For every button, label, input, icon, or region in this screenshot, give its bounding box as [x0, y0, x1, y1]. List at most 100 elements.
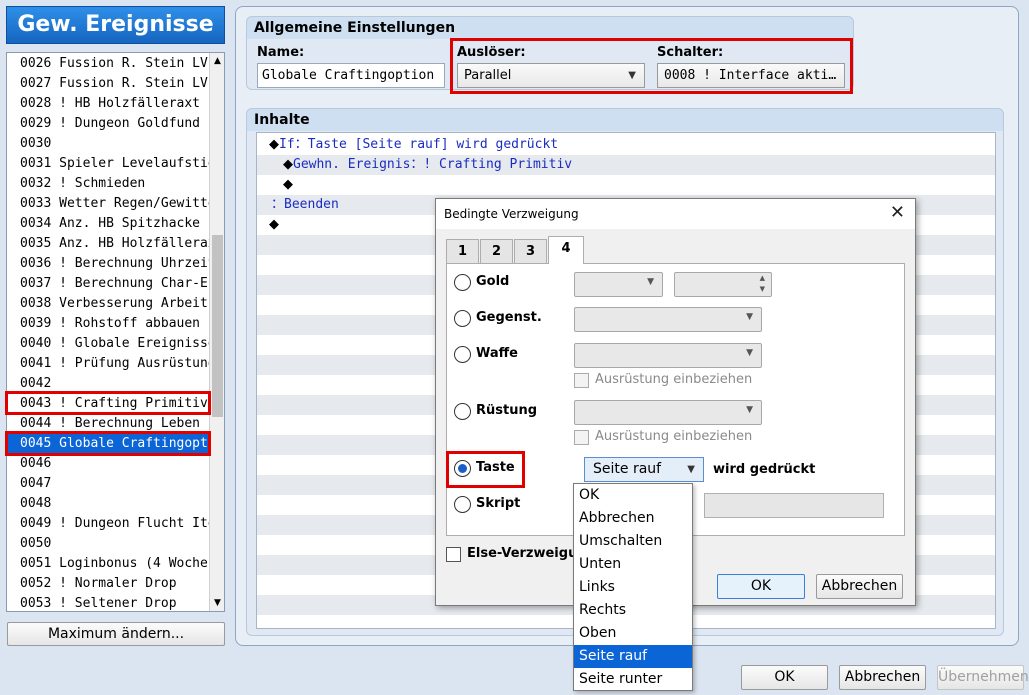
event-list-item[interactable]: 0031 Spieler Levelaufstieg	[8, 154, 210, 174]
event-list-item[interactable]: 0029 ! Dungeon Goldfund	[8, 114, 210, 134]
key-option[interactable]: Unten	[574, 553, 692, 576]
maximum-change-button[interactable]: Maximum ändern...	[7, 622, 225, 646]
script-radio[interactable]: Skript	[454, 495, 554, 515]
checkbox-box	[446, 547, 461, 562]
event-list-item[interactable]: 0033 Wetter Regen/Gewitter	[8, 194, 210, 214]
event-list-item[interactable]: 0052 ! Normaler Drop	[8, 574, 210, 594]
tab-2[interactable]: 2	[480, 239, 513, 263]
event-list-item[interactable]: 0039 ! Rohstoff abbauen	[8, 314, 210, 334]
event-list-item[interactable]: 0030	[8, 134, 210, 154]
radio-indicator	[454, 460, 471, 477]
name-input[interactable]: Globale Craftingoption	[257, 63, 445, 88]
tab-1[interactable]: 1	[446, 239, 479, 263]
checkbox-box	[574, 373, 589, 388]
command-marker: ◆	[269, 137, 279, 152]
weapon-select[interactable]: ▼	[574, 343, 762, 368]
key-dropdown-list[interactable]: OK Abbrechen Umschalten Unten Links Rechts Obe…	[573, 483, 693, 691]
armor-radio[interactable]: Rüstung	[454, 402, 554, 422]
event-list-item[interactable]: 0046	[8, 454, 210, 474]
key-suffix-label: wird gedrückt	[713, 462, 816, 477]
radio-indicator	[454, 496, 471, 513]
scroll-thumb[interactable]	[212, 235, 223, 417]
apply-button[interactable]: Übernehmen	[937, 665, 1029, 690]
event-list-item[interactable]: 0043 ! Crafting Primitiv	[8, 394, 210, 414]
weapon-radio[interactable]: Waffe	[454, 345, 554, 365]
event-list-item[interactable]: 0037 ! Berechnung Char-Ef…	[8, 274, 210, 294]
ok-button[interactable]: OK	[741, 665, 828, 690]
name-label: Name:	[257, 45, 305, 60]
key-option[interactable]: Seite rauf	[574, 645, 692, 668]
key-option[interactable]: Seite runter	[574, 668, 692, 691]
armor-label: Rüstung	[476, 403, 538, 418]
event-list-item[interactable]: 0036 ! Berechnung Uhrzeit…	[8, 254, 210, 274]
command-text: Beenden	[284, 197, 339, 212]
item-select[interactable]: ▼	[574, 307, 762, 332]
script-input[interactable]	[704, 493, 884, 518]
event-list-item[interactable]: 0051 Loginbonus (4 Wochen)	[8, 554, 210, 574]
trigger-value: Parallel	[464, 68, 512, 83]
key-option[interactable]: Oben	[574, 622, 692, 645]
command-line-if[interactable]: ◆If：Taste [Seite rauf] wird gedrückt	[257, 135, 995, 155]
event-list-scrollbar[interactable]: ▲ ▼	[209, 53, 224, 611]
event-list-item[interactable]: 0044 ! Berechnung Leben	[8, 414, 210, 434]
tab-4[interactable]: 4	[548, 236, 584, 264]
chevron-down-icon: ▼	[647, 277, 654, 287]
trigger-select[interactable]: Parallel ▼	[457, 63, 645, 88]
key-option[interactable]: Rechts	[574, 599, 692, 622]
gold-label: Gold	[476, 274, 510, 289]
event-list-item[interactable]: 0047	[8, 474, 210, 494]
key-option[interactable]: Abbrechen	[574, 507, 692, 530]
key-option[interactable]: OK	[574, 484, 692, 507]
event-list-item[interactable]: 0050	[8, 534, 210, 554]
key-select-value: Seite rauf	[593, 461, 662, 477]
key-option[interactable]: Umschalten	[574, 530, 692, 553]
tab-3[interactable]: 3	[514, 239, 547, 263]
scroll-down-icon[interactable]: ▼	[211, 596, 224, 610]
switch-select-button[interactable]: 0008 ! Interface akti…	[657, 63, 845, 88]
spin-down-icon[interactable]: ▼	[760, 285, 765, 293]
event-list-item[interactable]: 0035 Anz. HB Holzfälleraxt	[8, 234, 210, 254]
weapon-include-equipment-checkbox[interactable]: Ausrüstung einbeziehen	[574, 372, 774, 390]
command-text: Gewhn. Ereignis：! Crafting Primitiv	[293, 157, 573, 172]
event-list-item[interactable]: 0042	[8, 374, 210, 394]
item-label: Gegenst.	[476, 310, 542, 325]
event-list-item[interactable]: 0045 Globale Craftingoption	[8, 434, 210, 454]
event-list-item[interactable]: 0053 ! Seltener Drop	[8, 594, 210, 611]
cancel-button[interactable]: Abbrechen	[839, 665, 926, 690]
chevron-down-icon: ▼	[746, 312, 753, 322]
dialog-cancel-button[interactable]: Abbrechen	[816, 574, 903, 599]
key-select[interactable]: Seite rauf ▼	[584, 457, 704, 482]
armor-select[interactable]: ▼	[574, 400, 762, 425]
general-settings-title: Allgemeine Einstellungen	[254, 20, 456, 36]
command-line-empty[interactable]: ◆	[257, 175, 995, 195]
script-label: Skript	[476, 496, 521, 511]
event-list-item[interactable]: 0034 Anz. HB Spitzhacke	[8, 214, 210, 234]
event-list-item[interactable]: 0048	[8, 494, 210, 514]
key-option[interactable]: Links	[574, 576, 692, 599]
gold-operator-select[interactable]: ▼	[574, 272, 663, 297]
armor-include-equipment-checkbox[interactable]: Ausrüstung einbeziehen	[574, 429, 774, 447]
event-list[interactable]: 0026 Fussion R. Stein LV. 30027 Fussion …	[6, 52, 225, 612]
event-list-item[interactable]: 0040 ! Globale Ereignisse	[8, 334, 210, 354]
command-prefix: ：	[271, 197, 285, 212]
scroll-up-icon[interactable]: ▲	[211, 54, 224, 68]
event-list-item[interactable]: 0041 ! Prüfung Ausrüstung…	[8, 354, 210, 374]
radio-indicator	[454, 274, 471, 291]
key-radio[interactable]: Taste	[454, 459, 554, 479]
gold-radio[interactable]: Gold	[454, 273, 554, 293]
event-list-item[interactable]: 0027 Fussion R. Stein LV. 4	[8, 74, 210, 94]
event-list-item[interactable]: 0049 ! Dungeon Flucht Item	[8, 514, 210, 534]
close-icon[interactable]: ✕	[890, 202, 905, 223]
spin-up-icon[interactable]: ▲	[760, 274, 765, 282]
event-list-item[interactable]: 0038 Verbesserung Arbeits…	[8, 294, 210, 314]
dialog-ok-button[interactable]: OK	[717, 574, 805, 599]
event-list-item[interactable]: 0028 ! HB Holzfälleraxt	[8, 94, 210, 114]
gold-amount-spinner[interactable]: ▲ ▼	[674, 272, 772, 297]
event-list-item[interactable]: 0032 ! Schmieden	[8, 174, 210, 194]
radio-indicator	[454, 403, 471, 420]
chevron-down-icon: ▼	[746, 348, 753, 358]
event-list-item[interactable]: 0026 Fussion R. Stein LV. 3	[8, 54, 210, 74]
command-line-common-event[interactable]: ◆Gewhn. Ereignis：! Crafting Primitiv	[257, 155, 995, 175]
item-radio[interactable]: Gegenst.	[454, 309, 554, 329]
armor-include-equipment-label: Ausrüstung einbeziehen	[595, 429, 753, 444]
